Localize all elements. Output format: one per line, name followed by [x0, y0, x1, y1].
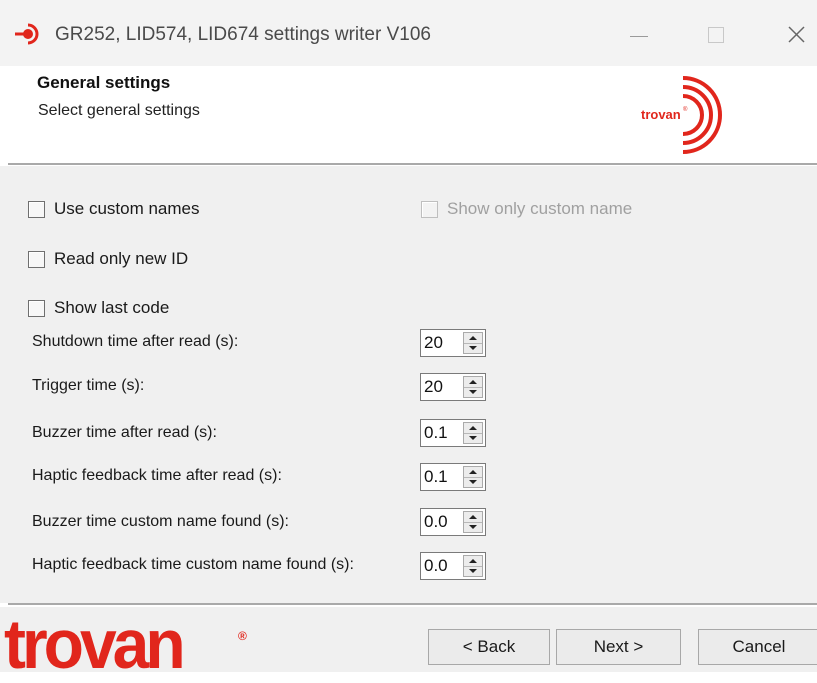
close-button[interactable] — [777, 18, 817, 52]
buzzer-time-label: Buzzer time after read (s): — [32, 424, 217, 441]
show-last-code-label: Show last code — [54, 298, 170, 317]
use-custom-names-label: Use custom names — [54, 199, 200, 218]
spin-down-icon[interactable] — [464, 566, 482, 576]
close-icon — [788, 26, 805, 43]
page-title: General settings — [37, 73, 171, 92]
haptic-time-label: Haptic feedback time after read (s): — [32, 467, 282, 484]
spin-down-icon[interactable] — [464, 477, 482, 487]
show-only-custom-name-checkbox[interactable] — [421, 200, 438, 218]
haptic-custom-name-stepper[interactable]: 0.0 — [420, 552, 486, 580]
buzzer-custom-name-label: Buzzer time custom name found (s): — [32, 513, 289, 530]
show-only-custom-name-option[interactable]: Show only custom name — [421, 199, 632, 219]
wizard-footer: trovan ® < Back Next > Cancel — [0, 607, 817, 678]
wizard-header: General settings Select general settings… — [0, 66, 817, 163]
show-last-code-option[interactable]: Show last code — [28, 298, 169, 318]
buzzer-custom-name-stepper[interactable]: 0.0 — [420, 508, 486, 536]
cancel-button[interactable]: Cancel — [698, 629, 817, 665]
haptic-time-stepper[interactable]: 0.1 — [420, 463, 486, 491]
trigger-time-label: Trigger time (s): — [32, 377, 145, 394]
trigger-time-value[interactable]: 20 — [424, 377, 443, 397]
read-only-new-id-checkbox[interactable] — [28, 250, 45, 268]
maximize-button[interactable] — [696, 18, 736, 52]
trovan-icon — [15, 23, 39, 45]
show-last-code-checkbox[interactable] — [28, 299, 45, 317]
haptic-custom-name-value[interactable]: 0.0 — [424, 556, 448, 576]
minimize-button[interactable] — [620, 18, 660, 52]
buzzer-custom-name-value[interactable]: 0.0 — [424, 512, 448, 532]
page-subtitle: Select general settings — [38, 102, 200, 119]
spin-down-icon[interactable] — [464, 522, 482, 532]
buzzer-time-stepper[interactable]: 0.1 — [420, 419, 486, 447]
shutdown-time-value[interactable]: 20 — [424, 333, 443, 353]
read-only-new-id-option[interactable]: Read only new ID — [28, 249, 188, 269]
haptic-custom-name-label: Haptic feedback time custom name found (… — [32, 556, 354, 573]
shutdown-time-stepper[interactable]: 20 — [420, 329, 486, 357]
buzzer-time-value[interactable]: 0.1 — [424, 423, 448, 443]
haptic-time-value[interactable]: 0.1 — [424, 467, 448, 487]
spin-down-icon[interactable] — [464, 387, 482, 397]
svg-text:trovan: trovan — [641, 107, 681, 122]
shutdown-time-label: Shutdown time after read (s): — [32, 333, 239, 350]
next-button[interactable]: Next > — [556, 629, 681, 665]
spin-down-icon[interactable] — [464, 343, 482, 353]
show-only-custom-name-label: Show only custom name — [447, 199, 633, 218]
title-bar: GR252, LID574, LID674 settings writer V1… — [0, 0, 817, 67]
use-custom-names-option[interactable]: Use custom names — [28, 199, 200, 219]
trovan-logo: trovan ® — [637, 76, 722, 154]
read-only-new-id-label: Read only new ID — [54, 249, 189, 268]
trovan-wordmark: trovan — [4, 604, 186, 683]
svg-text:®: ® — [683, 106, 688, 113]
settings-panel: Use custom names Show only custom name R… — [0, 166, 817, 603]
trigger-time-stepper[interactable]: 20 — [420, 373, 486, 401]
window-title: GR252, LID574, LID674 settings writer V1… — [55, 24, 431, 45]
spin-down-icon[interactable] — [464, 433, 482, 443]
use-custom-names-checkbox[interactable] — [28, 200, 45, 218]
registered-mark: ® — [238, 629, 247, 643]
back-button[interactable]: < Back — [428, 629, 550, 665]
